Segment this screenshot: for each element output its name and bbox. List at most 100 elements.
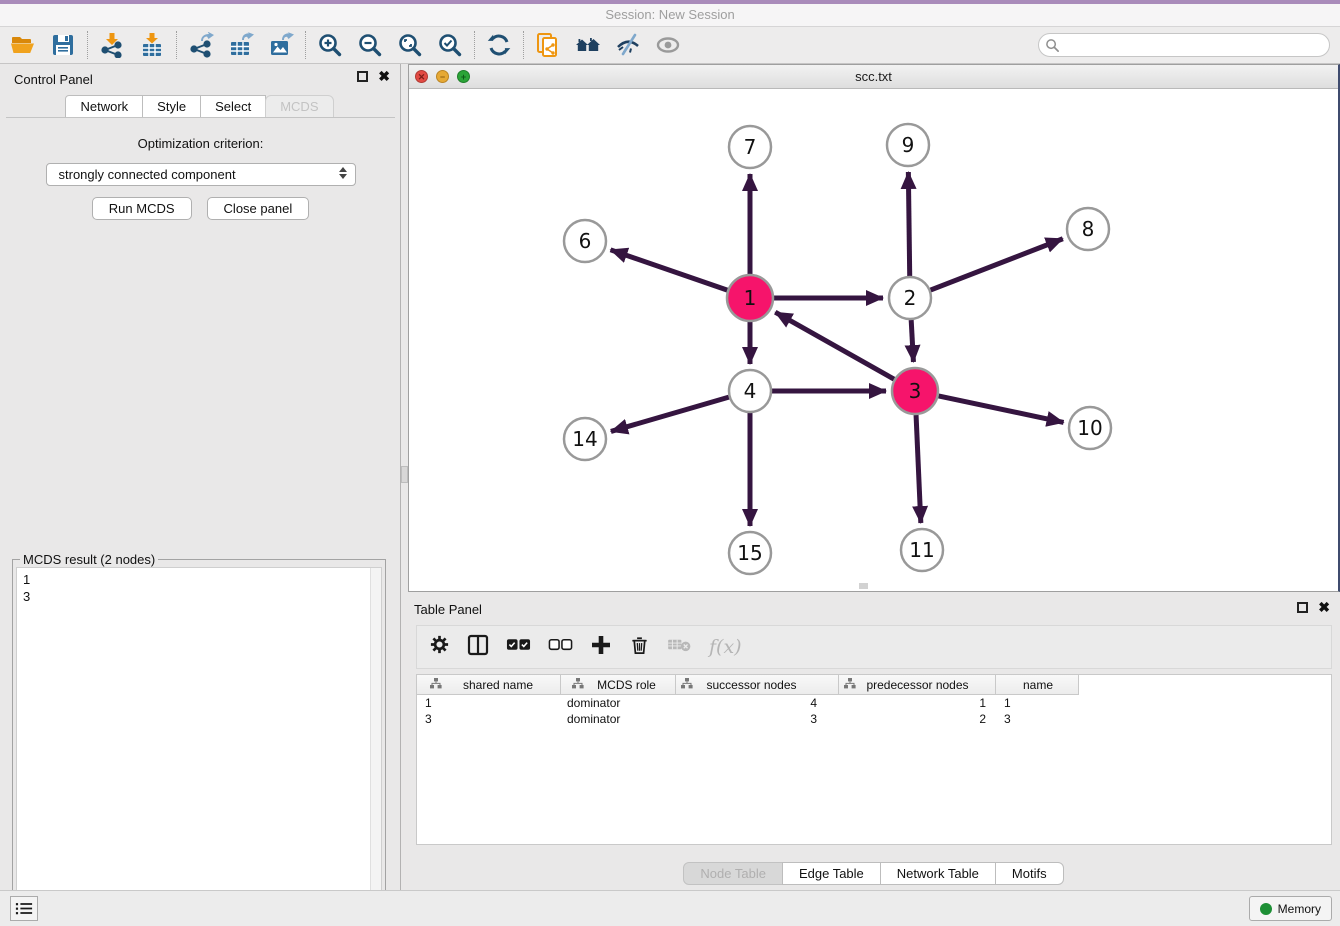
graph-node-3[interactable]: 3 (892, 368, 938, 414)
float-table-panel-icon[interactable] (1297, 602, 1308, 613)
network-canvas[interactable]: 7 9 6 8 1 2 4 3 14 10 15 11 (409, 89, 1337, 590)
cell-name[interactable]: 3 (996, 711, 1079, 727)
graph-edge-3-10[interactable] (938, 396, 1063, 422)
graph-edge-2-3[interactable] (911, 320, 913, 362)
graph-node-4[interactable]: 4 (729, 370, 771, 412)
cell-successor-nodes[interactable]: 4 (676, 695, 839, 711)
column-header-name[interactable]: name (996, 675, 1079, 695)
delete-column-icon[interactable] (629, 634, 650, 660)
delete-table-icon[interactable] (667, 636, 692, 658)
graph-edge-2-9[interactable] (908, 172, 909, 276)
run-mcds-button[interactable]: Run MCDS (92, 197, 192, 220)
zoom-fit-icon[interactable] (397, 32, 423, 58)
deselect-all-columns-icon[interactable] (548, 638, 573, 657)
column-header-mcds-role[interactable]: MCDS role (561, 675, 676, 695)
network-graph[interactable]: 7 9 6 8 1 2 4 3 14 10 15 11 (409, 89, 1337, 590)
export-table-icon[interactable] (228, 32, 254, 58)
graph-node-1[interactable]: 1 (727, 275, 773, 321)
tab-node-table[interactable]: Node Table (683, 862, 783, 885)
zoom-selected-icon[interactable] (437, 32, 463, 58)
mcds-result-list[interactable]: 1 3 (16, 567, 382, 926)
canvas-scroll-handle[interactable] (859, 583, 868, 589)
function-builder-icon[interactable]: f(x) (709, 636, 742, 658)
memory-button[interactable]: Memory (1249, 896, 1332, 921)
column-layout-icon[interactable] (467, 634, 489, 661)
table-header-row: shared name MCDS role successor nodes pr… (417, 675, 1331, 695)
close-panel-button[interactable]: Close panel (207, 197, 310, 220)
graph-node-8[interactable]: 8 (1067, 208, 1109, 250)
export-network-icon[interactable] (188, 32, 214, 58)
close-panel-icon[interactable]: ✖ (378, 71, 390, 82)
import-network-icon[interactable] (99, 32, 125, 58)
mcds-panel-body: Optimization criterion: strongly connect… (6, 117, 395, 883)
column-edit-icon (844, 678, 856, 692)
close-table-panel-icon[interactable]: ✖ (1318, 602, 1330, 613)
graph-edge-4-14[interactable] (611, 397, 729, 431)
graph-node-7[interactable]: 7 (729, 126, 771, 168)
svg-text:9: 9 (902, 133, 915, 157)
tab-mcds[interactable]: MCDS (265, 95, 333, 118)
graph-node-15[interactable]: 15 (729, 532, 771, 574)
svg-text:3: 3 (909, 379, 922, 403)
hide-panel-icon[interactable] (615, 32, 641, 58)
svg-text:4: 4 (744, 379, 757, 403)
zoom-out-icon[interactable] (357, 32, 383, 58)
graph-node-2[interactable]: 2 (889, 277, 931, 319)
show-panel-icon[interactable] (655, 32, 681, 58)
cell-predecessor-nodes[interactable]: 1 (839, 695, 996, 711)
mcds-result-item: 1 (23, 571, 381, 588)
search-input[interactable] (1064, 36, 1329, 54)
save-session-icon[interactable] (50, 32, 76, 58)
zoom-in-icon[interactable] (317, 32, 343, 58)
tab-style[interactable]: Style (142, 95, 201, 118)
tab-network[interactable]: Network (65, 95, 143, 118)
add-column-icon[interactable] (590, 634, 612, 661)
network-file-icon[interactable] (535, 32, 561, 58)
open-session-icon[interactable] (10, 32, 36, 58)
import-table-icon[interactable] (139, 32, 165, 58)
tab-edge-table[interactable]: Edge Table (782, 862, 881, 885)
column-header-predecessor-nodes[interactable]: predecessor nodes (839, 675, 996, 695)
graph-node-6[interactable]: 6 (564, 220, 606, 262)
select-all-columns-icon[interactable] (506, 638, 531, 657)
optimization-criterion-select[interactable]: strongly connected component (46, 163, 356, 186)
cell-predecessor-nodes[interactable]: 2 (839, 711, 996, 727)
table-row[interactable]: 3 dominator 3 2 3 (417, 711, 1331, 727)
network-window-titlebar[interactable]: ✕ − + scc.txt (409, 65, 1338, 89)
home-icon[interactable] (575, 32, 601, 58)
result-scrollbar[interactable] (370, 568, 381, 926)
column-header-successor-nodes[interactable]: successor nodes (676, 675, 839, 695)
graph-node-10[interactable]: 10 (1069, 407, 1111, 449)
graph-node-9[interactable]: 9 (887, 124, 929, 166)
refresh-view-icon[interactable] (486, 32, 512, 58)
settings-gear-icon[interactable] (429, 634, 450, 660)
export-image-icon[interactable] (268, 32, 294, 58)
table-row[interactable]: 1 dominator 4 1 1 (417, 695, 1331, 711)
column-header-shared-name[interactable]: shared name (417, 675, 561, 695)
graph-edge-3-11[interactable] (916, 415, 921, 523)
toolbar-separator (176, 31, 177, 59)
network-window-title: scc.txt (409, 69, 1338, 84)
float-panel-icon[interactable] (357, 71, 368, 82)
cell-name[interactable]: 1 (996, 695, 1079, 711)
cell-mcds-role[interactable]: dominator (561, 711, 676, 727)
task-history-button[interactable] (10, 896, 38, 921)
graph-edge-3-1[interactable] (775, 312, 894, 379)
cell-successor-nodes[interactable]: 3 (676, 711, 839, 727)
cell-shared-name[interactable]: 1 (417, 695, 561, 711)
toolbar-separator (305, 31, 306, 59)
tab-motifs[interactable]: Motifs (995, 862, 1064, 885)
tab-select[interactable]: Select (200, 95, 266, 118)
panel-splitter-handle[interactable] (401, 466, 408, 483)
graph-edge-2-8[interactable] (931, 239, 1063, 290)
graph-edge-1-6[interactable] (611, 250, 728, 290)
cell-mcds-role[interactable]: dominator (561, 695, 676, 711)
tab-network-table[interactable]: Network Table (880, 862, 996, 885)
svg-text:10: 10 (1077, 416, 1102, 440)
graph-node-14[interactable]: 14 (564, 418, 606, 460)
cell-shared-name[interactable]: 3 (417, 711, 561, 727)
table-panel-title: Table Panel (414, 602, 482, 617)
graph-node-11[interactable]: 11 (901, 529, 943, 571)
application-window: Session: New Session (0, 0, 1340, 926)
mcds-result-item: 3 (23, 588, 381, 605)
